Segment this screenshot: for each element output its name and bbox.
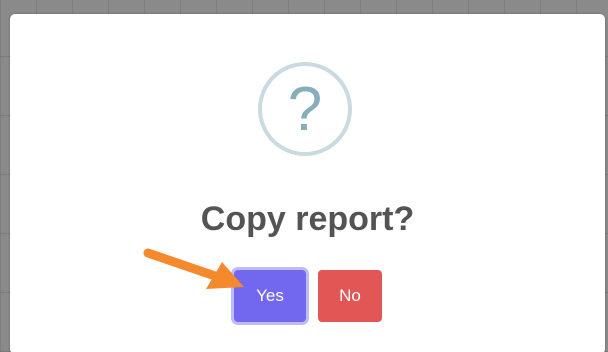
confirm-dialog: ? Copy report? Yes No <box>10 14 605 352</box>
yes-button[interactable]: Yes <box>234 270 306 322</box>
dialog-title: Copy report? <box>200 200 415 238</box>
question-glyph: ? <box>287 75 323 144</box>
no-button[interactable]: No <box>318 270 382 322</box>
question-icon: ? <box>258 62 352 156</box>
